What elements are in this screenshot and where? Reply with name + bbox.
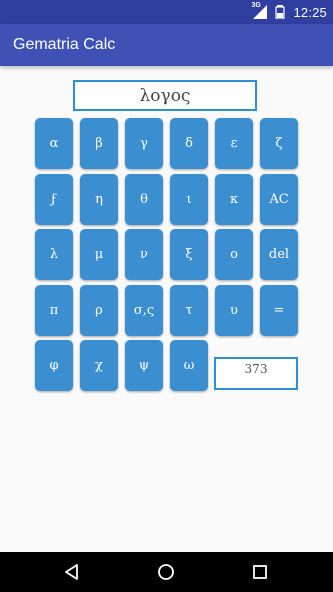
key-button[interactable]: ι — [170, 174, 208, 225]
key-button[interactable]: α — [35, 118, 73, 169]
key-button[interactable]: = — [260, 285, 298, 336]
key-button[interactable]: μ — [80, 229, 118, 280]
key-button[interactable]: ζ — [260, 118, 298, 169]
key-button[interactable]: η — [80, 174, 118, 225]
status-bar: 3G 12:25 — [0, 0, 333, 24]
key-button[interactable]: θ — [125, 174, 163, 225]
greek-input-display[interactable]: λογος — [73, 80, 257, 111]
key-button[interactable]: φ — [35, 340, 73, 391]
key-button[interactable]: ρ — [80, 285, 118, 336]
key-button[interactable]: β — [80, 118, 118, 169]
key-button[interactable]: ε — [215, 118, 253, 169]
home-circle-icon[interactable] — [156, 562, 176, 582]
key-button[interactable]: ο — [215, 229, 253, 280]
key-button[interactable]: del — [260, 229, 298, 280]
key-button[interactable]: τ — [170, 285, 208, 336]
key-button[interactable]: ϝ — [35, 174, 73, 225]
key-button[interactable]: ψ — [125, 340, 163, 391]
key-button[interactable]: AC — [260, 174, 298, 225]
key-button[interactable]: υ — [215, 285, 253, 336]
gematria-result-field[interactable]: 373 — [214, 357, 298, 390]
app-title: Gematria Calc — [13, 36, 116, 53]
key-button[interactable]: δ — [170, 118, 208, 169]
status-time: 12:25 — [293, 4, 327, 20]
key-button[interactable]: λ — [35, 229, 73, 280]
key-button[interactable]: σ,ς — [125, 285, 163, 336]
key-button[interactable]: π — [35, 285, 73, 336]
key-button[interactable]: ξ — [170, 229, 208, 280]
greek-keypad: α β γ δ ε ζ ϝ η θ ι κ AC λ μ ν ξ ο del π ρ σ,ς τ υ = φ χ ψ ω — [35, 118, 299, 392]
signal-icon: 3G — [251, 2, 268, 19]
key-button[interactable]: χ — [80, 340, 118, 391]
key-button[interactable]: ν — [125, 229, 163, 280]
app-bar: Gematria Calc — [0, 24, 333, 66]
back-triangle-icon[interactable] — [62, 562, 82, 582]
network-type-label: 3G — [251, 2, 261, 9]
key-button[interactable]: κ — [215, 174, 253, 225]
status-icons: 3G 12:25 — [251, 0, 327, 24]
battery-icon — [273, 5, 287, 20]
recents-square-icon[interactable] — [250, 562, 270, 582]
key-button[interactable]: γ — [125, 118, 163, 169]
navigation-bar — [0, 552, 333, 592]
key-button[interactable]: ω — [170, 340, 208, 391]
